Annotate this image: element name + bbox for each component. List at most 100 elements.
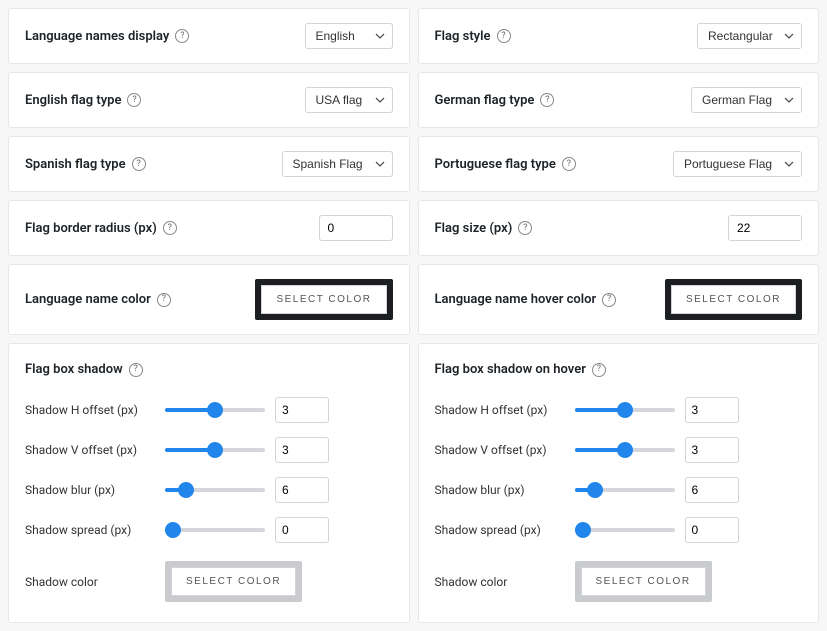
flag-border-radius-label: Flag border radius (px) ? [25, 221, 177, 236]
help-icon[interactable]: ? [592, 363, 606, 377]
help-icon[interactable]: ? [518, 221, 532, 235]
label-text: Flag style [435, 29, 491, 44]
spanish-flag-type-label: Spanish flag type ? [25, 157, 146, 172]
label-text: Flag size (px) [435, 221, 513, 236]
help-icon[interactable]: ? [562, 157, 576, 171]
row-label: Shadow V offset (px) [435, 443, 565, 457]
row-label: Shadow H offset (px) [25, 403, 155, 417]
language-name-hover-color-label: Language name hover color ? [435, 292, 617, 307]
label-text: Spanish flag type [25, 157, 126, 172]
flag-box-shadow-title: Flag box shadow ? [25, 362, 393, 377]
label-text: Language name color [25, 292, 151, 307]
german-flag-type-card: German flag type ? German Flag [418, 72, 820, 128]
title-text: Flag box shadow [25, 362, 123, 377]
flag-style-card: Flag style ? Rectangular [418, 8, 820, 64]
help-icon[interactable]: ? [129, 363, 143, 377]
shadow-h-offset-input[interactable] [275, 397, 329, 423]
english-flag-type-dropdown[interactable]: USA flag [305, 87, 393, 113]
row-label: Shadow color [435, 575, 565, 589]
language-name-hover-color-card: Language name hover color ? SELECT COLOR [418, 264, 820, 335]
portuguese-flag-type-card: Portuguese flag type ? Portuguese Flag [418, 136, 820, 192]
shadow-h-offset-row: Shadow H offset (px) [25, 397, 393, 423]
shadow-spread-slider[interactable] [575, 528, 675, 532]
language-names-display-select[interactable]: English [305, 23, 393, 49]
select-color-button[interactable]: SELECT COLOR [261, 285, 386, 314]
shadow-v-offset-slider[interactable] [575, 448, 675, 452]
shadow-spread-input[interactable] [275, 517, 329, 543]
portuguese-flag-type-select[interactable]: Portuguese Flag [673, 151, 802, 177]
select-color-button[interactable]: SELECT COLOR [581, 567, 706, 596]
language-name-color-card: Language name color ? SELECT COLOR [8, 264, 410, 335]
help-icon[interactable]: ? [132, 157, 146, 171]
german-flag-type-label: German flag type ? [435, 93, 555, 108]
shadow-blur-input[interactable] [685, 477, 739, 503]
row-label: Shadow blur (px) [25, 483, 155, 497]
shadow-h-offset-slider[interactable] [165, 408, 265, 412]
help-icon[interactable]: ? [163, 221, 177, 235]
language-name-color-label: Language name color ? [25, 292, 171, 307]
row-label: Shadow color [25, 575, 155, 589]
label-text: English flag type [25, 93, 121, 108]
flag-border-radius-input[interactable] [319, 215, 393, 241]
spanish-flag-type-card: Spanish flag type ? Spanish Flag [8, 136, 410, 192]
shadow-v-offset-input[interactable] [685, 437, 739, 463]
spanish-flag-type-dropdown[interactable]: Spanish Flag [282, 151, 393, 177]
row-label: Shadow spread (px) [435, 523, 565, 537]
english-flag-type-card: English flag type ? USA flag [8, 72, 410, 128]
spanish-flag-type-select[interactable]: Spanish Flag [282, 151, 393, 177]
shadow-spread-row: Shadow spread (px) [25, 517, 393, 543]
shadow-blur-slider[interactable] [575, 488, 675, 492]
shadow-color-row: Shadow color SELECT COLOR [435, 561, 803, 602]
row-label: Shadow blur (px) [435, 483, 565, 497]
select-color-button[interactable]: SELECT COLOR [671, 285, 796, 314]
portuguese-flag-type-label: Portuguese flag type ? [435, 157, 576, 172]
help-icon[interactable]: ? [602, 293, 616, 307]
shadow-spread-slider[interactable] [165, 528, 265, 532]
label-text: Language names display [25, 29, 169, 44]
help-icon[interactable]: ? [175, 29, 189, 43]
label-text: German flag type [435, 93, 535, 108]
label-text: Language name hover color [435, 292, 597, 307]
row-label: Shadow spread (px) [25, 523, 155, 537]
row-label: Shadow V offset (px) [25, 443, 155, 457]
help-icon[interactable]: ? [157, 293, 171, 307]
label-text: Flag border radius (px) [25, 221, 157, 236]
english-flag-type-label: English flag type ? [25, 93, 141, 108]
color-swatch-wrap: SELECT COLOR [255, 279, 392, 320]
german-flag-type-select[interactable]: German Flag [691, 87, 802, 113]
select-color-button[interactable]: SELECT COLOR [171, 567, 296, 596]
shadow-h-offset-slider[interactable] [575, 408, 675, 412]
flag-size-label: Flag size (px) ? [435, 221, 533, 236]
portuguese-flag-type-dropdown[interactable]: Portuguese Flag [673, 151, 802, 177]
help-icon[interactable]: ? [127, 93, 141, 107]
shadow-v-offset-input[interactable] [275, 437, 329, 463]
flag-border-radius-card: Flag border radius (px) ? [8, 200, 410, 256]
flag-style-select[interactable]: Rectangular [697, 23, 802, 49]
shadow-blur-row: Shadow blur (px) [435, 477, 803, 503]
shadow-blur-input[interactable] [275, 477, 329, 503]
flag-size-card: Flag size (px) ? [418, 200, 820, 256]
color-swatch-wrap: SELECT COLOR [165, 561, 302, 602]
help-icon[interactable]: ? [540, 93, 554, 107]
shadow-v-offset-slider[interactable] [165, 448, 265, 452]
label-text: Portuguese flag type [435, 157, 556, 172]
shadow-blur-row: Shadow blur (px) [25, 477, 393, 503]
title-text: Flag box shadow on hover [435, 362, 586, 377]
english-flag-type-select[interactable]: USA flag [305, 87, 393, 113]
flag-box-shadow-hover-title: Flag box shadow on hover ? [435, 362, 803, 377]
shadow-blur-slider[interactable] [165, 488, 265, 492]
color-swatch-wrap: SELECT COLOR [665, 279, 802, 320]
flag-style-dropdown[interactable]: Rectangular [697, 23, 802, 49]
german-flag-type-dropdown[interactable]: German Flag [691, 87, 802, 113]
shadow-h-offset-input[interactable] [685, 397, 739, 423]
language-names-display-card: Language names display ? English [8, 8, 410, 64]
shadow-h-offset-row: Shadow H offset (px) [435, 397, 803, 423]
color-swatch-wrap: SELECT COLOR [575, 561, 712, 602]
shadow-color-row: Shadow color SELECT COLOR [25, 561, 393, 602]
shadow-spread-input[interactable] [685, 517, 739, 543]
flag-size-input[interactable] [728, 215, 802, 241]
language-names-display-label: Language names display ? [25, 29, 189, 44]
help-icon[interactable]: ? [497, 29, 511, 43]
language-names-display-dropdown[interactable]: English [305, 23, 393, 49]
flag-box-shadow-hover-panel: Flag box shadow on hover ? Shadow H offs… [418, 343, 820, 623]
